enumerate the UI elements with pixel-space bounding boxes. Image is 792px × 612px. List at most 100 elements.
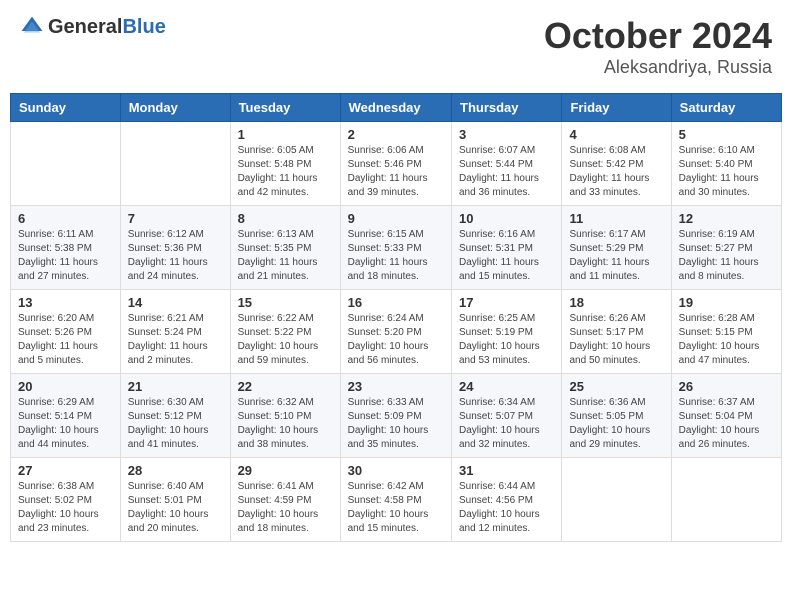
day-daylight: Daylight: 10 hours and 23 minutes.	[18, 509, 99, 534]
day-sunset: Sunset: 5:36 PM	[128, 243, 202, 254]
header-tuesday: Tuesday	[230, 94, 340, 122]
day-daylight: Daylight: 11 hours and 5 minutes.	[18, 341, 98, 366]
day-sunrise: Sunrise: 6:33 AM	[348, 397, 424, 408]
day-sunset: Sunset: 5:09 PM	[348, 411, 422, 422]
day-sunset: Sunset: 5:15 PM	[679, 327, 753, 338]
day-sunrise: Sunrise: 6:36 AM	[569, 397, 645, 408]
calendar-table: Sunday Monday Tuesday Wednesday Thursday…	[10, 93, 782, 542]
calendar-cell: 31 Sunrise: 6:44 AM Sunset: 4:56 PM Dayl…	[452, 458, 562, 542]
day-sunset: Sunset: 5:40 PM	[679, 159, 753, 170]
calendar-cell: 5 Sunrise: 6:10 AM Sunset: 5:40 PM Dayli…	[671, 122, 781, 206]
calendar-cell: 6 Sunrise: 6:11 AM Sunset: 5:38 PM Dayli…	[11, 206, 121, 290]
day-daylight: Daylight: 10 hours and 26 minutes.	[679, 425, 760, 450]
day-sunrise: Sunrise: 6:30 AM	[128, 397, 204, 408]
day-sunrise: Sunrise: 6:25 AM	[459, 313, 535, 324]
day-daylight: Daylight: 11 hours and 33 minutes.	[569, 173, 649, 198]
day-sunrise: Sunrise: 6:10 AM	[679, 145, 755, 156]
calendar-cell: 8 Sunrise: 6:13 AM Sunset: 5:35 PM Dayli…	[230, 206, 340, 290]
day-number: 2	[348, 127, 444, 142]
day-daylight: Daylight: 11 hours and 36 minutes.	[459, 173, 539, 198]
day-sunset: Sunset: 5:22 PM	[238, 327, 312, 338]
calendar-header-row: Sunday Monday Tuesday Wednesday Thursday…	[11, 94, 782, 122]
day-sunrise: Sunrise: 6:19 AM	[679, 229, 755, 240]
day-daylight: Daylight: 10 hours and 12 minutes.	[459, 509, 540, 534]
day-number: 14	[128, 295, 223, 310]
day-sunset: Sunset: 4:58 PM	[348, 495, 422, 506]
day-daylight: Daylight: 10 hours and 59 minutes.	[238, 341, 319, 366]
calendar-cell: 30 Sunrise: 6:42 AM Sunset: 4:58 PM Dayl…	[340, 458, 451, 542]
day-sunset: Sunset: 5:26 PM	[18, 327, 92, 338]
day-number: 30	[348, 463, 444, 478]
calendar-cell: 25 Sunrise: 6:36 AM Sunset: 5:05 PM Dayl…	[562, 374, 671, 458]
calendar-cell	[562, 458, 671, 542]
day-daylight: Daylight: 10 hours and 32 minutes.	[459, 425, 540, 450]
day-daylight: Daylight: 10 hours and 53 minutes.	[459, 341, 540, 366]
calendar-cell: 9 Sunrise: 6:15 AM Sunset: 5:33 PM Dayli…	[340, 206, 451, 290]
calendar-cell: 4 Sunrise: 6:08 AM Sunset: 5:42 PM Dayli…	[562, 122, 671, 206]
day-sunrise: Sunrise: 6:40 AM	[128, 481, 204, 492]
day-sunrise: Sunrise: 6:07 AM	[459, 145, 535, 156]
header-saturday: Saturday	[671, 94, 781, 122]
day-number: 26	[679, 379, 774, 394]
calendar-week-1: 1 Sunrise: 6:05 AM Sunset: 5:48 PM Dayli…	[11, 122, 782, 206]
day-sunrise: Sunrise: 6:15 AM	[348, 229, 424, 240]
day-daylight: Daylight: 10 hours and 38 minutes.	[238, 425, 319, 450]
day-sunset: Sunset: 5:44 PM	[459, 159, 533, 170]
day-daylight: Daylight: 10 hours and 56 minutes.	[348, 341, 429, 366]
calendar-cell: 18 Sunrise: 6:26 AM Sunset: 5:17 PM Dayl…	[562, 290, 671, 374]
day-number: 12	[679, 211, 774, 226]
calendar-cell: 3 Sunrise: 6:07 AM Sunset: 5:44 PM Dayli…	[452, 122, 562, 206]
day-number: 10	[459, 211, 554, 226]
calendar-week-2: 6 Sunrise: 6:11 AM Sunset: 5:38 PM Dayli…	[11, 206, 782, 290]
day-daylight: Daylight: 10 hours and 35 minutes.	[348, 425, 429, 450]
day-sunrise: Sunrise: 6:37 AM	[679, 397, 755, 408]
day-number: 5	[679, 127, 774, 142]
day-sunrise: Sunrise: 6:06 AM	[348, 145, 424, 156]
day-daylight: Daylight: 11 hours and 2 minutes.	[128, 341, 208, 366]
day-sunset: Sunset: 5:01 PM	[128, 495, 202, 506]
day-sunset: Sunset: 5:04 PM	[679, 411, 753, 422]
calendar-cell: 7 Sunrise: 6:12 AM Sunset: 5:36 PM Dayli…	[120, 206, 230, 290]
day-number: 8	[238, 211, 333, 226]
calendar-cell	[671, 458, 781, 542]
calendar-cell: 27 Sunrise: 6:38 AM Sunset: 5:02 PM Dayl…	[11, 458, 121, 542]
calendar-cell: 21 Sunrise: 6:30 AM Sunset: 5:12 PM Dayl…	[120, 374, 230, 458]
day-sunrise: Sunrise: 6:32 AM	[238, 397, 314, 408]
calendar-cell: 12 Sunrise: 6:19 AM Sunset: 5:27 PM Dayl…	[671, 206, 781, 290]
page-container: GeneralBlue October 2024 Aleksandriya, R…	[10, 10, 782, 542]
day-daylight: Daylight: 11 hours and 39 minutes.	[348, 173, 428, 198]
day-sunrise: Sunrise: 6:29 AM	[18, 397, 94, 408]
day-sunrise: Sunrise: 6:05 AM	[238, 145, 314, 156]
location-title: Aleksandriya, Russia	[544, 57, 772, 78]
day-number: 29	[238, 463, 333, 478]
day-sunrise: Sunrise: 6:22 AM	[238, 313, 314, 324]
day-sunrise: Sunrise: 6:38 AM	[18, 481, 94, 492]
calendar-cell: 16 Sunrise: 6:24 AM Sunset: 5:20 PM Dayl…	[340, 290, 451, 374]
day-number: 1	[238, 127, 333, 142]
day-number: 18	[569, 295, 663, 310]
header-monday: Monday	[120, 94, 230, 122]
calendar-week-4: 20 Sunrise: 6:29 AM Sunset: 5:14 PM Dayl…	[11, 374, 782, 458]
day-daylight: Daylight: 10 hours and 15 minutes.	[348, 509, 429, 534]
day-number: 21	[128, 379, 223, 394]
day-daylight: Daylight: 10 hours and 50 minutes.	[569, 341, 650, 366]
day-number: 27	[18, 463, 113, 478]
day-sunrise: Sunrise: 6:41 AM	[238, 481, 314, 492]
day-sunset: Sunset: 5:24 PM	[128, 327, 202, 338]
calendar-cell: 22 Sunrise: 6:32 AM Sunset: 5:10 PM Dayl…	[230, 374, 340, 458]
month-title: October 2024	[544, 15, 772, 57]
day-sunrise: Sunrise: 6:24 AM	[348, 313, 424, 324]
day-sunrise: Sunrise: 6:11 AM	[18, 229, 93, 240]
calendar-cell	[120, 122, 230, 206]
day-daylight: Daylight: 11 hours and 8 minutes.	[679, 257, 759, 282]
day-number: 4	[569, 127, 663, 142]
day-sunrise: Sunrise: 6:17 AM	[569, 229, 645, 240]
day-sunset: Sunset: 5:10 PM	[238, 411, 312, 422]
day-daylight: Daylight: 10 hours and 44 minutes.	[18, 425, 99, 450]
day-number: 15	[238, 295, 333, 310]
day-daylight: Daylight: 10 hours and 41 minutes.	[128, 425, 209, 450]
day-number: 31	[459, 463, 554, 478]
day-sunset: Sunset: 5:38 PM	[18, 243, 92, 254]
day-daylight: Daylight: 11 hours and 15 minutes.	[459, 257, 539, 282]
calendar-cell: 15 Sunrise: 6:22 AM Sunset: 5:22 PM Dayl…	[230, 290, 340, 374]
